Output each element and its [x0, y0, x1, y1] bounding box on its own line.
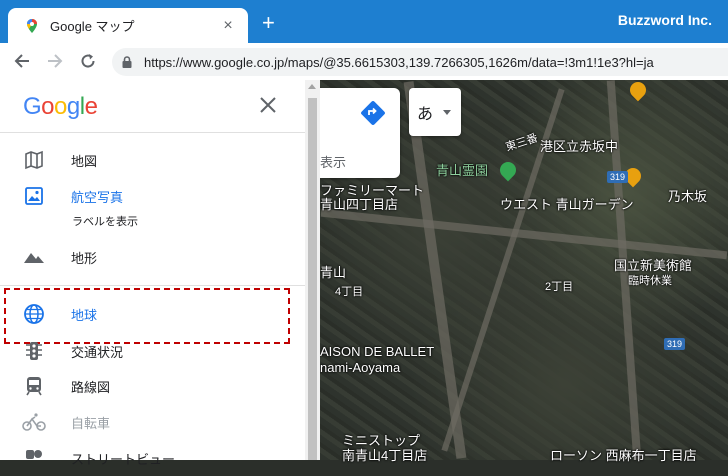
- forward-arrow-icon: [48, 54, 63, 68]
- map-label: 4丁目: [335, 286, 364, 298]
- google-logo-letter: e: [84, 93, 98, 120]
- route-badge: 319: [664, 338, 686, 350]
- map-label[interactable]: ローソン 西麻布一丁目店: [550, 445, 697, 464]
- panel-divider: [0, 285, 305, 286]
- map-label[interactable]: ウエスト 青山ガーデン: [500, 194, 634, 213]
- forward-button[interactable]: [43, 49, 67, 73]
- lock-icon: [122, 56, 132, 68]
- layer-item-label: ストリートビュー: [71, 451, 176, 467]
- layer-item-label: 路線図: [71, 379, 111, 395]
- layer-item-label: 自転車: [71, 415, 111, 431]
- map-label[interactable]: 青山四丁目店: [320, 194, 398, 213]
- layer-item-label: 地形: [71, 250, 98, 266]
- google-logo-letter: G: [23, 93, 42, 120]
- google-logo-letter: o: [41, 93, 55, 120]
- layer-item-label: 交通状況: [71, 344, 124, 360]
- layer-item-label: 航空写真: [71, 189, 124, 205]
- url-text: https://www.google.co.jp/maps/@35.661530…: [144, 54, 654, 70]
- route-badge: 319: [607, 171, 629, 183]
- layer-item-label: 地図: [71, 153, 98, 169]
- map-label: 臨時休業: [628, 275, 672, 287]
- layer-item-bicycle[interactable]: 自転車: [0, 404, 305, 440]
- close-panel-icon[interactable]: [256, 93, 280, 117]
- google-maps-favicon-icon: [27, 18, 37, 33]
- tab-google-maps[interactable]: Google マップ ×: [8, 8, 248, 43]
- traffic-icon: [22, 339, 46, 363]
- search-card-hint: 表示: [320, 155, 347, 170]
- map-label[interactable]: AISON DE BALLET: [320, 344, 434, 359]
- map-label: 2丁目: [545, 281, 574, 293]
- browser-toolbar: https://www.google.co.jp/maps/@35.661530…: [0, 43, 728, 81]
- back-arrow-icon: [14, 54, 29, 68]
- chevron-down-icon: [443, 109, 452, 115]
- layer-item-traffic[interactable]: 交通状況: [0, 333, 305, 369]
- transit-icon: [22, 374, 46, 398]
- address-bar[interactable]: https://www.google.co.jp/maps/@35.661530…: [112, 48, 728, 76]
- streetview-icon: [22, 446, 46, 470]
- google-logo: Google: [23, 93, 98, 121]
- back-button[interactable]: [10, 49, 34, 73]
- layer-item-satellite[interactable]: 航空写真: [0, 178, 305, 214]
- bicycle-icon: [22, 410, 46, 434]
- layer-item-transit[interactable]: 路線図: [0, 368, 305, 404]
- map-label: 青山: [320, 265, 347, 280]
- panel-divider: [0, 132, 305, 133]
- layer-item-map[interactable]: 地図: [0, 142, 305, 178]
- tab-title: Google マップ: [50, 19, 135, 34]
- terrain-icon: [22, 245, 46, 269]
- road: [320, 208, 728, 260]
- panel-scrollbar[interactable]: [305, 80, 320, 460]
- input-language-label: あ: [417, 106, 434, 123]
- google-logo-letter: g: [66, 93, 80, 120]
- reload-icon: [81, 54, 95, 68]
- reload-button[interactable]: [76, 49, 100, 73]
- scroll-up-arrow-icon[interactable]: [308, 84, 316, 89]
- scrollbar-thumb[interactable]: [308, 98, 317, 460]
- directions-icon[interactable]: [360, 100, 386, 126]
- input-language-button[interactable]: あ: [409, 88, 461, 136]
- tab-strip: Google マップ × + Buzzword Inc.: [0, 0, 728, 43]
- map-label[interactable]: 港区立赤坂中: [540, 136, 618, 155]
- layer-item-terrain[interactable]: 地形: [0, 239, 305, 275]
- layer-item-streetview[interactable]: ストリートビュー: [0, 440, 305, 476]
- google-logo-letter: o: [54, 93, 67, 120]
- map-label[interactable]: 南青山4丁目店: [342, 445, 427, 464]
- close-tab-icon[interactable]: ×: [218, 17, 238, 35]
- map-icon: [22, 148, 46, 172]
- map-label[interactable]: nami-Aoyama: [320, 360, 400, 375]
- satellite-icon: [22, 184, 46, 208]
- map-label[interactable]: 乃木坂: [668, 186, 707, 205]
- show-labels-toggle[interactable]: ラベルを表示: [72, 213, 138, 229]
- map-label[interactable]: 青山霊園: [436, 160, 488, 179]
- window-brand-title: Buzzword Inc.: [617, 12, 712, 28]
- new-tab-button[interactable]: +: [262, 12, 275, 34]
